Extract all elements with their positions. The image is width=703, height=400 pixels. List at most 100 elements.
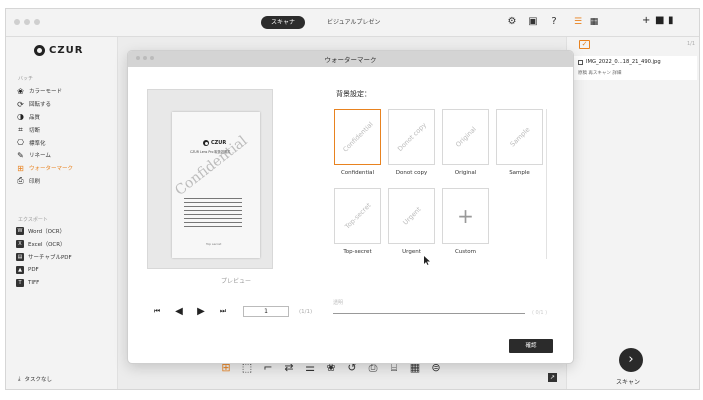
rotate-icon: ⟳ [17, 99, 24, 109]
help-icon[interactable]: ? [548, 16, 560, 28]
settings-icon[interactable]: ⚙ [506, 16, 518, 28]
watermark-tile[interactable]: Urgent [388, 188, 435, 244]
page-number-input[interactable]: 1 [243, 306, 289, 317]
sidebar-item-label: ウォーターマーク [29, 166, 74, 173]
watermark-tool-icon[interactable]: ⊞ [220, 362, 232, 374]
watermark-option-sample[interactable]: Sample Sample [496, 109, 543, 178]
transform-tool-icon[interactable]: ⇄ [283, 362, 295, 374]
scan-button[interactable]: › [619, 348, 643, 372]
add-icon[interactable]: + [642, 15, 652, 27]
undo-tool-icon[interactable]: ↺ [346, 362, 358, 374]
sidebar-item-rotate[interactable]: ⟳ 回転する [16, 98, 73, 111]
background-settings-label: 背景設定： [336, 90, 371, 98]
print-tool-icon[interactable]: ⎙ [367, 362, 379, 374]
export-item-searchable-pdf[interactable]: ▤ サーチャブルPDF [16, 251, 72, 264]
preview-document: CZUR CZUR Lens Pro 取扱説明書 Confidential To… [172, 112, 260, 258]
sidebar-item-label: 品質 [29, 114, 41, 121]
watermark-option-custom[interactable]: + Custom [442, 188, 489, 257]
prev-page-icon[interactable]: ◀ [173, 306, 185, 317]
adjust-tool-icon[interactable]: ☰ [304, 362, 316, 374]
watermark-option-label: Original [454, 170, 477, 176]
qr-tool-icon[interactable]: ▦ [409, 362, 421, 374]
next-page-icon[interactable]: ▶ [195, 306, 207, 317]
dialog-title: ウォーターマーク [324, 56, 377, 64]
watermark-tile[interactable]: Original [442, 109, 489, 165]
watermark-option-label: Urgent [402, 249, 421, 255]
watermark-tile[interactable]: Sample [496, 109, 543, 165]
document-logo-mark-icon [203, 140, 209, 146]
watermark-option-label: Confidential [340, 170, 375, 176]
first-page-icon[interactable]: ⏮ [151, 307, 163, 316]
tab-scanner[interactable]: スキャナ [261, 16, 306, 29]
export-item-label: Excel（OCR） [28, 242, 66, 249]
ocr-tool-icon[interactable]: ⌸ [388, 362, 400, 374]
chat-icon[interactable]: ▣ [527, 16, 539, 28]
bottom-toolbar: ⊞ ⬚ ⌐ ⇄ ☰ ❀ ↺ ⎙ ⌸ ▦ ⊜ [220, 362, 442, 374]
page-navigation: ⏮ ◀ ▶ ⏭ 1 (1/1) [151, 306, 312, 317]
watermark-option-top-secret[interactable]: Top-secret Top-secret [334, 188, 381, 257]
export-item-pdf[interactable]: ▲ PDF [16, 263, 72, 276]
scan-tool-icon[interactable]: ⊜ [430, 362, 442, 374]
watermark-tile-text: Original [453, 125, 478, 149]
sidebar-item-label: 回転する [29, 102, 52, 109]
watermark-tile[interactable]: Donot copy [388, 109, 435, 165]
sidebar-item-label: 印刷 [29, 178, 41, 185]
sidebar-item-watermark[interactable]: ⊞ ウォーターマーク [16, 162, 73, 175]
file-panel-header: ✓ 1/1 [567, 37, 699, 53]
sidebar-item-crop[interactable]: ⌗ 切断 [16, 123, 73, 136]
watermark-tile[interactable]: Confidential [334, 109, 381, 165]
sidebar-item-rename[interactable]: ✎ リネーム [16, 149, 73, 162]
preview-area: CZUR CZUR Lens Pro 取扱説明書 Confidential To… [147, 89, 273, 269]
sidebar-item-color-mode[interactable]: ❀ カラーモード [16, 85, 73, 98]
file-list-item[interactable]: IMG_2022_0...18_21_490.jpg 原稿 再スキャン 詳細 [572, 56, 697, 80]
export-list: W Word（OCR） X Excel（OCR） ▤ サーチャブルPDF ▲ PDF T… [16, 225, 72, 289]
watermark-option-confidential[interactable]: Confidential Confidential [334, 109, 381, 178]
file-meta: 原稿 再スキャン 詳細 [578, 71, 622, 76]
watermark-option-original[interactable]: Original Original [442, 109, 489, 178]
no-task-label: タスクなし [24, 377, 52, 383]
standardize-icon: ⎔ [17, 138, 24, 148]
sidebar-item-print[interactable]: ⎙ 印刷 [16, 175, 73, 188]
crop-tool-icon[interactable]: ⌐ [262, 362, 274, 374]
file-checkbox[interactable] [578, 59, 583, 65]
plus-icon: + [457, 204, 474, 228]
color-tool-icon[interactable]: ❀ [325, 362, 337, 374]
options-scrollbar[interactable] [546, 109, 550, 259]
confirm-button[interactable]: 確認 [509, 339, 553, 353]
sidebar-item-label: 標準化 [29, 140, 46, 147]
sidebar-item-standardize[interactable]: ⎔ 標準化 [16, 136, 73, 149]
task-status[interactable]: ⤓ タスクなし [18, 375, 52, 384]
watermark-icon: ⊞ [17, 163, 24, 173]
select-all-checkbox[interactable]: ✓ [579, 40, 590, 49]
czur-logo: CZUR [34, 45, 83, 56]
grid-view-icon[interactable]: ▦ [588, 16, 600, 28]
delete-icon[interactable]: ▮ [668, 15, 678, 27]
export-item-label: サーチャブルPDF [28, 254, 72, 261]
logo-text: CZUR [49, 45, 84, 56]
batch-section-label: バッチ [18, 76, 34, 82]
sidebar-item-quality[interactable]: ◑ 品質 [16, 111, 73, 124]
palette-icon: ❀ [17, 86, 24, 96]
list-view-icon[interactable]: ☰ [572, 16, 584, 28]
watermark-option-label: Donot copy [395, 170, 428, 176]
opacity-slider[interactable] [333, 313, 525, 314]
window-controls[interactable] [14, 19, 40, 25]
tab-visual-presenter[interactable]: ビジュアルプレゼン [317, 16, 390, 29]
export-item-tiff[interactable]: T TIFF [16, 276, 72, 289]
folder-icon[interactable]: ■ [655, 15, 665, 27]
document-text-lines [184, 198, 242, 230]
last-page-icon[interactable]: ⏭ [217, 307, 229, 316]
export-item-excel[interactable]: X Excel（OCR） [16, 238, 72, 251]
fullscreen-icon[interactable]: ↗ [548, 373, 557, 382]
watermark-option-donot-copy[interactable]: Donot copy Donot copy [388, 109, 435, 178]
download-icon: ⤓ [18, 375, 21, 382]
watermark-tile[interactable]: Top-secret [334, 188, 381, 244]
export-item-word[interactable]: W Word（OCR） [16, 225, 72, 238]
opacity-value: ( 0/1 ) [532, 310, 548, 316]
tiff-icon: T [16, 278, 24, 287]
select-tool-icon[interactable]: ⬚ [241, 362, 253, 374]
sidebar-item-label: 切断 [29, 127, 41, 134]
document-footer: Top secret [206, 242, 222, 246]
watermark-option-urgent[interactable]: Urgent Urgent [388, 188, 435, 257]
watermark-tile[interactable]: + [442, 188, 489, 244]
